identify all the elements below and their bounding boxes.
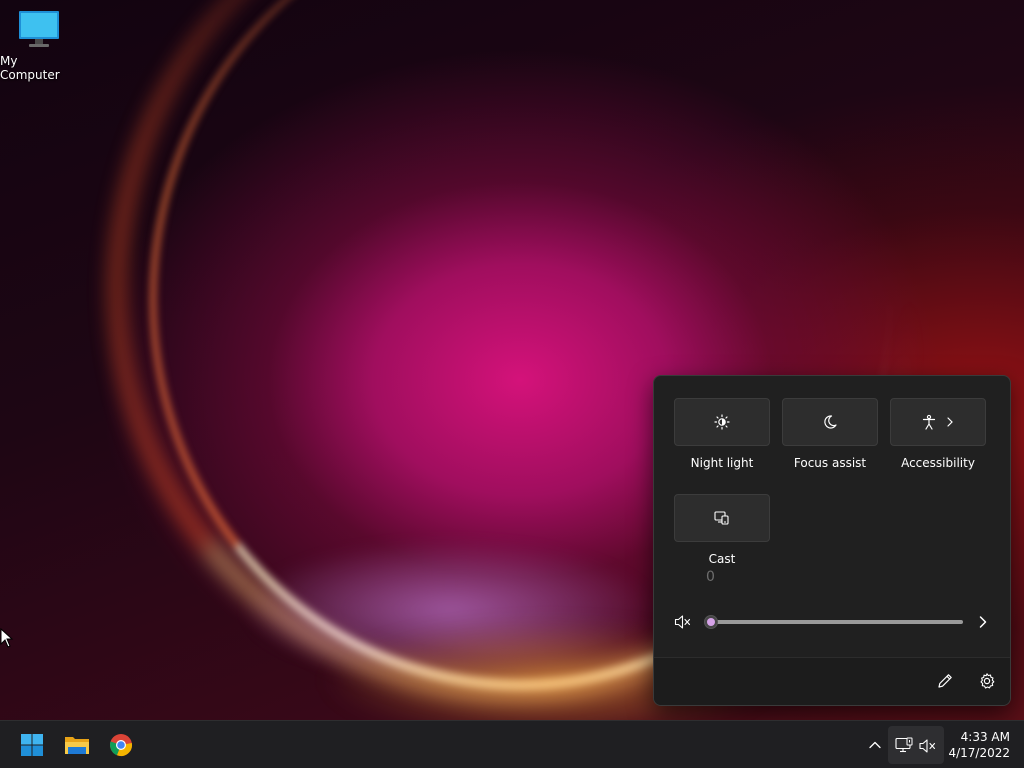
speaker-muted-icon[interactable] — [674, 614, 692, 634]
file-explorer-button[interactable] — [57, 725, 97, 765]
gear-icon[interactable] — [978, 672, 996, 694]
windows-logo-icon — [21, 734, 43, 756]
cast-icon — [714, 511, 729, 525]
speaker-muted-icon — [919, 738, 937, 757]
volume-slider-track[interactable] — [710, 620, 963, 624]
volume-output-chevron-icon[interactable] — [976, 614, 990, 634]
focus-assist-label: Focus assist — [793, 456, 867, 470]
taskbar: 4:33 AM 4/17/2022 — [0, 720, 1024, 768]
pencil-icon[interactable] — [936, 672, 954, 694]
desktop-icon-my-computer[interactable]: My Computer — [0, 8, 78, 82]
night-light-icon — [714, 414, 730, 430]
volume-slider-thumb[interactable] — [704, 615, 718, 629]
taskbar-clock[interactable]: 4:33 AM 4/17/2022 — [948, 729, 1010, 761]
monitor-icon — [18, 8, 60, 50]
focus-assist-toggle[interactable] — [782, 398, 878, 446]
chevron-right-icon — [947, 417, 953, 427]
network-icon — [895, 737, 913, 757]
clock-time: 4:33 AM — [960, 730, 1010, 744]
cast-subtext: 0 — [706, 569, 715, 585]
mouse-cursor — [0, 627, 14, 648]
chevron-up-icon[interactable] — [866, 737, 884, 753]
chrome-icon — [110, 734, 132, 757]
accessibility-icon — [922, 414, 936, 430]
system-tray-quick-settings[interactable] — [888, 726, 944, 764]
quick-settings-footer — [654, 657, 1010, 705]
desktop-icon-label: My Computer — [0, 54, 60, 82]
cast-toggle[interactable] — [674, 494, 770, 542]
night-light-toggle[interactable] — [674, 398, 770, 446]
moon-icon — [824, 415, 837, 429]
quick-settings-panel: Night light Focus assist Accessibility C… — [653, 375, 1011, 706]
volume-row — [674, 612, 994, 632]
accessibility-label: Accessibility — [901, 456, 975, 470]
folder-icon — [65, 737, 89, 754]
chrome-button[interactable] — [101, 725, 141, 765]
night-light-label: Night light — [690, 456, 754, 470]
cast-label: Cast — [708, 552, 736, 566]
accessibility-toggle[interactable] — [890, 398, 986, 446]
clock-date: 4/17/2022 — [948, 746, 1010, 760]
start-button[interactable] — [12, 725, 52, 765]
